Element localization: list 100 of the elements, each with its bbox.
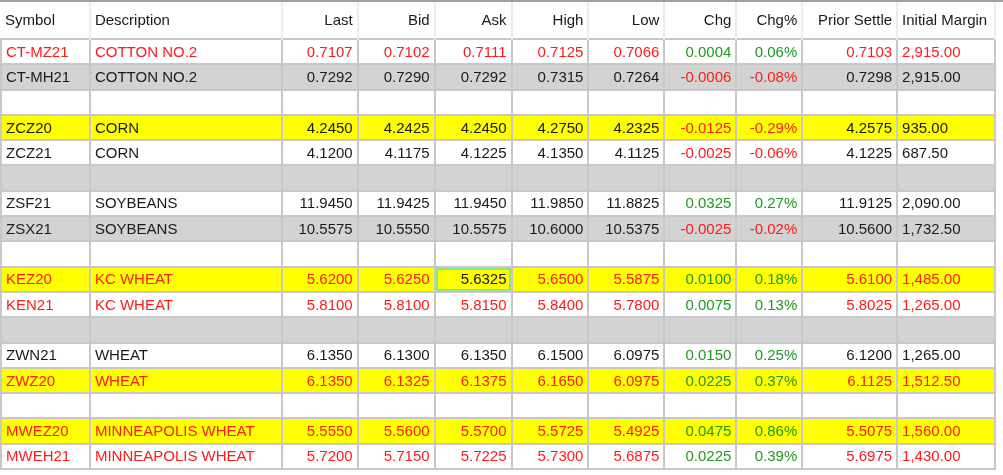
table-cell: KC WHEAT — [89, 291, 282, 318]
table-cell: 0.7264 — [588, 64, 665, 90]
table-cell: 4.1350 — [511, 140, 589, 166]
table-cell: 5.5875 — [588, 266, 665, 292]
table-cell: 1,732.50 — [897, 216, 995, 242]
table-cell: 4.2325 — [588, 114, 665, 141]
table-cell: 11.9425 — [357, 190, 435, 217]
table-cell: 4.1175 — [357, 140, 435, 166]
table-cell: 5.8025 — [802, 291, 898, 318]
table-cell: KEZ20 — [1, 266, 90, 292]
table-cell: 6.1350 — [281, 367, 358, 394]
table-cell: 1,265.00 — [897, 342, 995, 368]
table-cell: 11.9125 — [802, 190, 898, 217]
table-cell: ZCZ21 — [1, 140, 90, 166]
table-cell: 1,560.00 — [897, 418, 995, 444]
table-cell: 10.5375 — [588, 216, 665, 242]
table-cell: CORN — [89, 114, 282, 141]
table-cell: 4.1200 — [281, 140, 358, 166]
table-cell: 0.7103 — [802, 39, 898, 65]
table-cell: 10.6000 — [511, 216, 589, 242]
table-cell: 0.7066 — [588, 39, 665, 65]
table-cell: ZWZ20 — [1, 367, 90, 394]
table-cell: 5.5075 — [802, 418, 898, 444]
table-cell: MINNEAPOLIS WHEAT — [89, 418, 282, 444]
table-cell: COTTON NO.2 — [89, 64, 282, 90]
table-cell: 0.06% — [736, 39, 803, 65]
table-cell: 6.1200 — [802, 342, 898, 368]
table-cell: 11.9850 — [511, 190, 589, 217]
table-cell: 11.9450 — [434, 190, 512, 217]
table-cell: 4.1225 — [434, 140, 512, 166]
table-cell: 5.7225 — [434, 443, 512, 470]
table-cell: 1,512.50 — [897, 367, 995, 394]
table-cell: 4.2450 — [281, 114, 358, 141]
table-cell: 2,090.00 — [897, 190, 995, 217]
table-cell: 5.6875 — [588, 443, 665, 470]
table-cell: SOYBEANS — [89, 216, 282, 242]
table-cell: 5.7150 — [357, 443, 435, 470]
table-cell: 4.2425 — [357, 114, 435, 141]
table-cell: 6.1125 — [802, 367, 898, 394]
table-cell: 11.9450 — [281, 190, 358, 217]
table-cell: 6.1350 — [434, 342, 512, 368]
table-cell: 5.7200 — [281, 443, 358, 470]
table-cell: 6.1375 — [434, 367, 512, 394]
table-cell: 4.2575 — [802, 114, 898, 141]
table-cell: 5.6200 — [281, 266, 358, 292]
table-cell: 4.1225 — [802, 140, 898, 166]
table-cell: 4.2450 — [434, 114, 512, 141]
table-cell: 0.7107 — [281, 39, 358, 65]
table-cell: KC WHEAT — [89, 266, 282, 292]
table-cell: 0.7125 — [511, 39, 589, 65]
table-cell: 2,915.00 — [897, 64, 995, 90]
table-cell: WHEAT — [89, 367, 282, 394]
table-cell: COTTON NO.2 — [89, 39, 282, 65]
table-cell: 5.7300 — [511, 443, 589, 470]
table-cell: 10.5575 — [434, 216, 512, 242]
table-cell: 10.5575 — [281, 216, 358, 242]
table-cell: MINNEAPOLIS WHEAT — [89, 443, 282, 470]
table-cell: ZSF21 — [1, 190, 90, 217]
table-cell: 5.6250 — [357, 266, 435, 292]
table-cell: 0.0004 — [664, 39, 737, 65]
table-cell: 5.8100 — [357, 291, 435, 318]
table-cell: 2,915.00 — [897, 39, 995, 65]
table-cell: 0.7290 — [357, 64, 435, 90]
table-cell: 11.8825 — [588, 190, 665, 217]
table-cell: 0.7292 — [434, 64, 512, 90]
table-cell: 6.1325 — [357, 367, 435, 394]
table-cell: 6.1350 — [281, 342, 358, 368]
table-cell: 5.7800 — [588, 291, 665, 318]
table-cell: 4.1125 — [588, 140, 665, 166]
table-cell: ZSX21 — [1, 216, 90, 242]
table-cell: KEN21 — [1, 291, 90, 318]
table-cell: 10.5600 — [802, 216, 898, 242]
table-cell: 6.1500 — [511, 342, 589, 368]
table-cell: CT-MH21 — [1, 64, 90, 90]
table-cell: CORN — [89, 140, 282, 166]
table-cell: 0.7292 — [281, 64, 358, 90]
table-cell: ZWN21 — [1, 342, 90, 368]
table-cell: ZCZ20 — [1, 114, 90, 141]
table-cell: 5.6100 — [802, 266, 898, 292]
table-cell: 5.6975 — [802, 443, 898, 470]
table-cell: WHEAT — [89, 342, 282, 368]
table-cell: 4.2750 — [511, 114, 589, 141]
table-cell: SOYBEANS — [89, 190, 282, 217]
table-cell: 5.5725 — [511, 418, 589, 444]
table-cell: 10.5550 — [357, 216, 435, 242]
table-cell: 0.7315 — [511, 64, 589, 90]
table-cell: 5.6325 — [434, 266, 512, 292]
table-cell: 6.0975 — [588, 342, 665, 368]
table-cell: MWEH21 — [1, 443, 90, 470]
table-cell: 5.8400 — [511, 291, 589, 318]
table-cell: 0.7102 — [357, 39, 435, 65]
table-cell: 5.8100 — [281, 291, 358, 318]
table-cell: 5.8150 — [434, 291, 512, 318]
table-cell: 1,430.00 — [897, 443, 995, 470]
table-cell: 6.1650 — [511, 367, 589, 394]
table-cell: 5.5600 — [357, 418, 435, 444]
table-cell: 5.6500 — [511, 266, 589, 292]
table-cell: 935.00 — [897, 114, 995, 141]
table-cell: 687.50 — [897, 140, 995, 166]
table-cell: 0.7111 — [434, 39, 512, 65]
